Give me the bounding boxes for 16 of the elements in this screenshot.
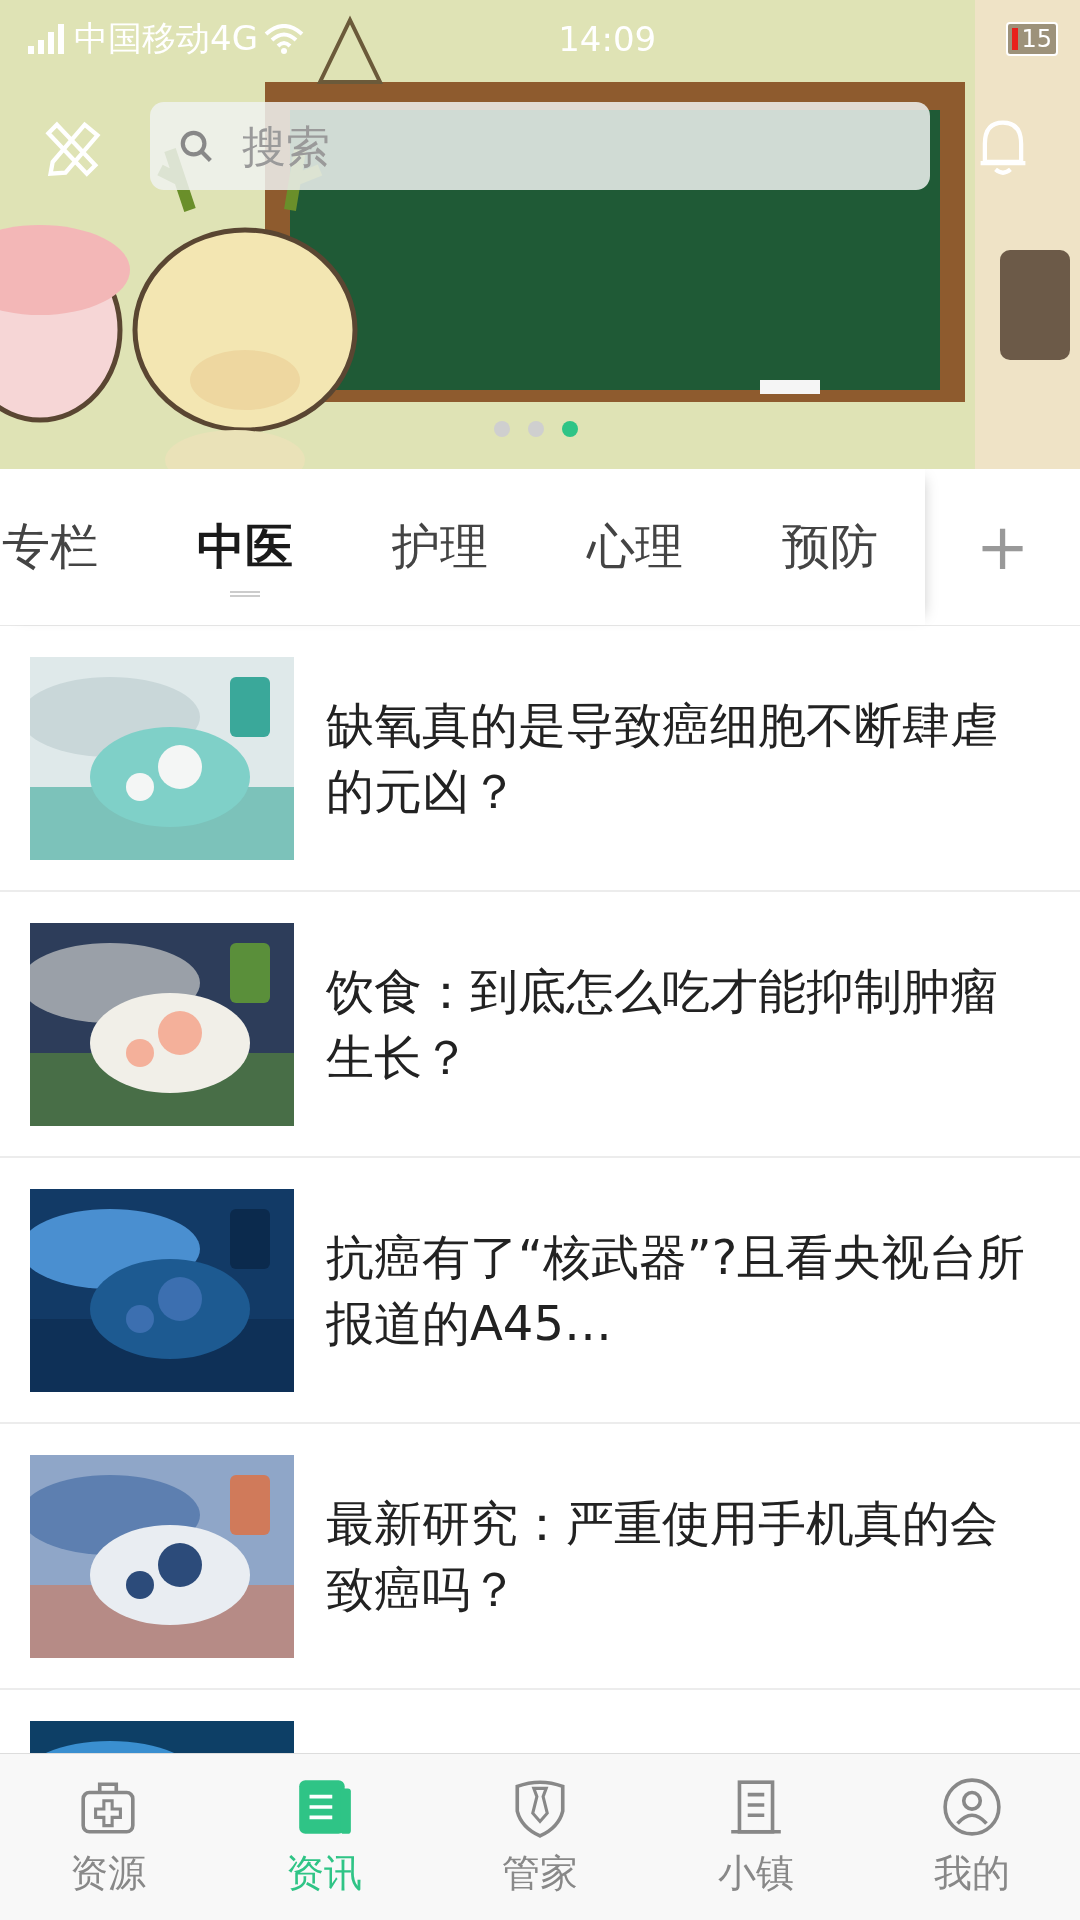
battery-level: 15 <box>1021 25 1052 53</box>
search-field[interactable]: 搜索 <box>150 102 930 190</box>
article-title[interactable]: 缺氧真的是导致癌细胞不断肆虐的元凶？ <box>326 692 1040 824</box>
category-tab[interactable]: 预防 <box>732 469 925 625</box>
person-icon <box>941 1775 1003 1838</box>
category-tab[interactable]: 中医 <box>147 469 342 625</box>
wifi-icon <box>264 24 304 54</box>
article-title[interactable]: 抗癌有了“核武器”?且看央视台所报道的A45… <box>326 1224 1040 1356</box>
article-title[interactable]: 最新研究：严重使用手机真的会致癌吗？ <box>326 1490 1040 1622</box>
article-title[interactable]: 饮食：到底怎么吃才能抑制肿瘤生长？ <box>326 958 1040 1090</box>
category-tab[interactable]: 心理 <box>537 469 732 625</box>
clock-time: 14:09 <box>558 19 657 59</box>
category-tab[interactable]: 专栏 <box>0 469 147 625</box>
search-icon <box>178 128 214 164</box>
carrier-name: 中国移动4G <box>74 17 258 60</box>
category-tab[interactable]: 护理 <box>342 469 537 625</box>
